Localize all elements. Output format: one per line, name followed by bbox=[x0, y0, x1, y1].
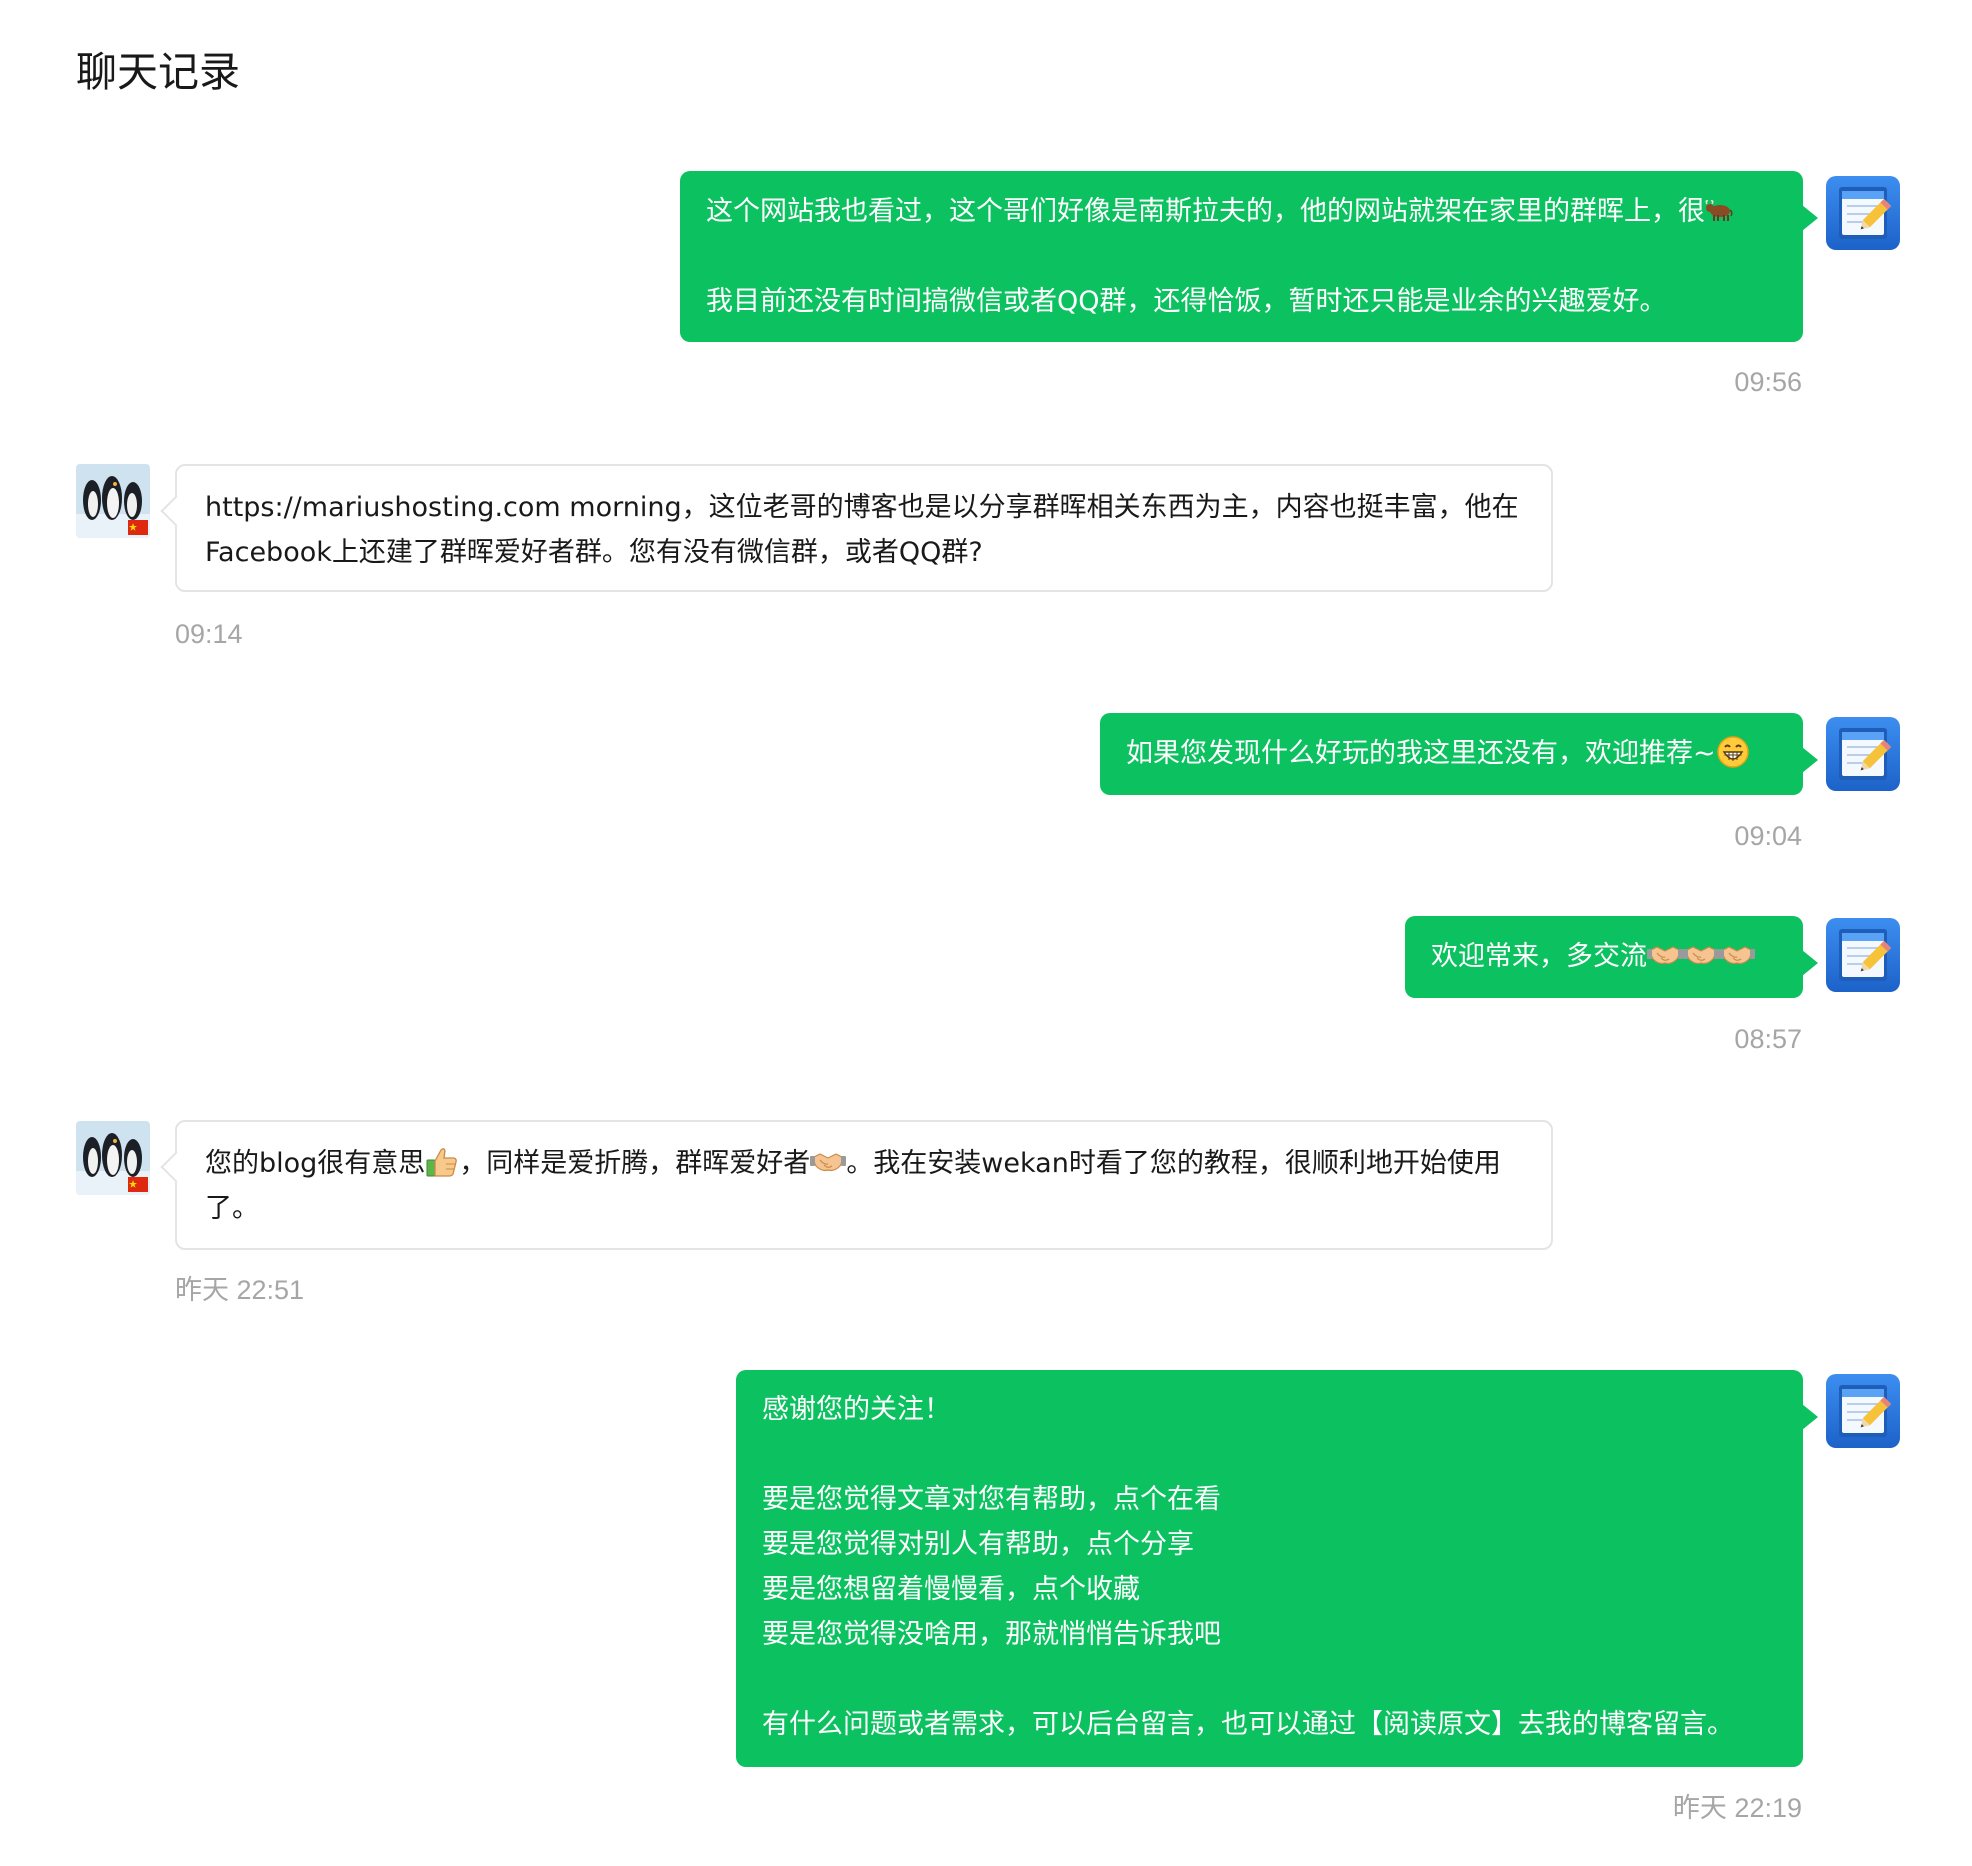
avatar-notepad-icon[interactable] bbox=[1826, 918, 1900, 992]
avatar-notepad-icon[interactable] bbox=[1826, 176, 1900, 250]
message-text: 如果您发现什么好玩的我这里还没有，欢迎推荐~ bbox=[1126, 738, 1716, 769]
message-text: 要是您想留着慢慢看，点个收藏 bbox=[762, 1574, 1140, 1605]
chat-history-page: 聊天记录 这个网站我也看过，这个哥们好像是南斯拉夫的，他的网站就架在家里的群晖上… bbox=[0, 0, 1972, 1866]
message-text bbox=[706, 234, 1777, 279]
avatar-penguins[interactable] bbox=[76, 1121, 150, 1195]
ox-emoji bbox=[1705, 198, 1733, 222]
thumbs-up-emoji bbox=[425, 1146, 459, 1178]
message-text bbox=[762, 1432, 1777, 1477]
message-text: ，同样是爱折腾，群晖爱好者 bbox=[459, 1148, 811, 1179]
avatar-penguins[interactable] bbox=[76, 464, 150, 538]
message-bubble-outgoing[interactable]: 感谢您的关注！ 要是您觉得文章对您有帮助，点个在看 要是您觉得对别人有帮助，点个… bbox=[736, 1370, 1818, 1767]
message-text: 要是您觉得对别人有帮助，点个分享 bbox=[762, 1529, 1194, 1560]
message-timestamp: 09:56 bbox=[1734, 367, 1802, 397]
avatar-notepad-icon[interactable] bbox=[1826, 717, 1900, 791]
message-bubble-outgoing[interactable]: 这个网站我也看过，这个哥们好像是南斯拉夫的，他的网站就架在家里的群晖上，很 我目… bbox=[680, 171, 1818, 342]
handshake-emoji bbox=[1647, 941, 1683, 969]
message-text: 有什么问题或者需求，可以后台留言，也可以通过【阅读原文】去我的博客留言。 bbox=[762, 1709, 1734, 1740]
message-text: 要是您觉得文章对您有帮助，点个在看 bbox=[762, 1484, 1221, 1515]
message-text: 感谢您的关注！ bbox=[762, 1394, 951, 1425]
avatar-notepad-icon[interactable] bbox=[1826, 1374, 1900, 1448]
message-text bbox=[762, 1657, 1777, 1702]
handshake-emoji bbox=[810, 1148, 847, 1176]
message-bubble-outgoing[interactable]: 欢迎常来，多交流 bbox=[1405, 916, 1818, 998]
message-bubble-outgoing[interactable]: 如果您发现什么好玩的我这里还没有，欢迎推荐~ bbox=[1100, 713, 1818, 795]
grin-emoji bbox=[1716, 735, 1750, 769]
message-bubble-incoming[interactable]: https://mariushosting.com morning，这位老哥的博… bbox=[175, 464, 1553, 592]
message-text: 要是您觉得没啥用，那就悄悄告诉我吧 bbox=[762, 1619, 1221, 1650]
message-bubble-incoming[interactable]: 您的blog很有意思 ，同样是爱折腾，群晖爱好者 。我在安装wekan时看了您的教程… bbox=[175, 1120, 1553, 1250]
page-title: 聊天记录 bbox=[76, 48, 240, 96]
message-timestamp: 09:14 bbox=[175, 619, 243, 649]
message-timestamp: 昨天 22:19 bbox=[1672, 1793, 1802, 1823]
handshake-emoji bbox=[1719, 941, 1755, 969]
handshake-emoji bbox=[1683, 941, 1719, 969]
message-text: 欢迎常来，多交流 bbox=[1431, 941, 1647, 972]
message-text: 我目前还没有时间搞微信或者QQ群，还得恰饭，暂时还只能是业余的兴趣爱好。 bbox=[706, 286, 1667, 317]
message-text: 这个网站我也看过，这个哥们好像是南斯拉夫的，他的网站就架在家里的群晖上，很 bbox=[706, 196, 1705, 227]
message-timestamp: 昨天 22:51 bbox=[175, 1275, 305, 1305]
message-text: https://mariushosting.com morning，这位老哥的博… bbox=[205, 492, 1519, 568]
message-timestamp: 09:04 bbox=[1734, 821, 1802, 851]
message-text: 您的blog很有意思 bbox=[205, 1148, 426, 1179]
message-timestamp: 08:57 bbox=[1734, 1024, 1802, 1054]
